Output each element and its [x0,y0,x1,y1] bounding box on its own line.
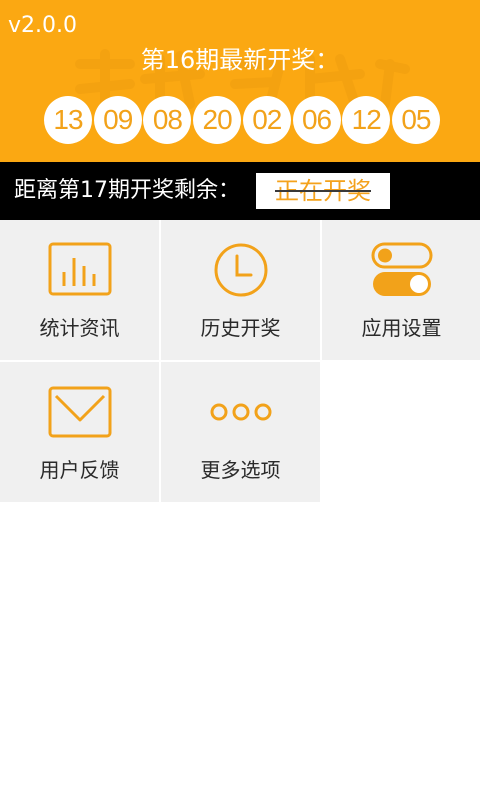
menu-item-label: 历史开奖 [200,316,281,340]
menu-item-more[interactable]: 更多选项 [161,362,320,502]
menu-item-label: 用户反馈 [39,458,120,482]
countdown-status: 正在开奖 [256,173,390,209]
number-ball: 05 [391,96,440,144]
number-ball: 06 [292,96,341,144]
more-dots-icon [210,403,271,421]
header: v2.0.0 第16期最新开奖： 13 09 08 20 02 06 12 05 [0,0,480,162]
menu-item-history[interactable]: 历史开奖 [161,220,320,360]
app-version: v2.0.0 [8,13,77,38]
number-ball: 20 [193,96,242,144]
number-ball: 13 [44,96,92,144]
app-screen: v2.0.0 第16期最新开奖： 13 09 08 20 02 06 12 05… [0,0,480,800]
envelope-icon [48,386,111,438]
winning-numbers: 13 09 08 20 02 06 12 05 [44,96,440,144]
menu-item-statistics[interactable]: 统计资讯 [0,220,159,360]
number-ball: 02 [242,96,291,144]
countdown-label: 距离第17期开奖剩余： [14,178,240,203]
menu-item-settings[interactable]: 应用设置 [322,220,480,360]
draw-title: 第16期最新开奖： [140,46,340,74]
countdown-bar: 距离第17期开奖剩余： 正在开奖 [0,162,480,220]
clock-icon [214,243,267,297]
number-ball: 09 [93,96,142,144]
menu-item-label: 更多选项 [200,458,281,482]
menu-item-label: 应用设置 [361,316,442,340]
bar-chart-icon [48,242,111,296]
menu-item-label: 统计资讯 [39,316,120,340]
number-ball: 12 [342,96,391,144]
menu-item-feedback[interactable]: 用户反馈 [0,362,159,502]
toggle-switch-icon [371,242,432,296]
number-ball: 08 [143,96,192,144]
